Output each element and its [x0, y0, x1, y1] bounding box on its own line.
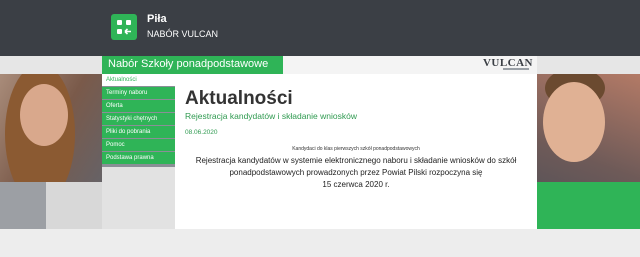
top-header: Piła NABÓR VULCAN	[0, 0, 640, 56]
band-block	[46, 182, 102, 229]
article-category: Kandydaci do klas pierwszych szkół ponad…	[292, 146, 420, 152]
sidebar-item-statystyki[interactable]: Statystyki chętnych	[102, 113, 175, 125]
sidebar-item-podstawa-prawna[interactable]: Podstawa prawna	[102, 152, 175, 164]
section-title: Nabór Szkoły ponadpodstawowe	[108, 58, 269, 70]
site-subtitle: NABÓR VULCAN	[147, 29, 219, 39]
sidebar-item-terminy-naboru[interactable]: Terminy naboru	[102, 87, 175, 99]
grid-arrow-icon[interactable]	[111, 14, 137, 40]
page-title: Aktualności	[185, 88, 293, 109]
site-city: Piła	[147, 13, 167, 25]
brand-bar: VULCAN	[283, 56, 537, 74]
boy-face	[543, 82, 605, 162]
sidebar-item-aktualnosci[interactable]: Aktualności	[102, 74, 175, 86]
band-block	[0, 182, 46, 229]
article-body-line: ponadpodstawowych prowadzonych przez Pow…	[229, 168, 483, 177]
sidebar-item-oferta[interactable]: Oferta	[102, 100, 175, 112]
vulcan-logo-tagline	[503, 68, 529, 70]
section-title-bar: Nabór Szkoły ponadpodstawowe	[102, 56, 283, 74]
band-green-block	[537, 182, 640, 229]
sidebar-item-pliki[interactable]: Pliki do pobrania	[102, 126, 175, 138]
article-body-line: Rejestracja kandydatów w systemie elektr…	[195, 156, 517, 165]
article-body: Rejestracja kandydatów w systemie elektr…	[175, 155, 537, 191]
article-date: 08.06.2020	[185, 129, 218, 136]
article-body-line: 15 czerwca 2020 r.	[322, 180, 390, 189]
page-footer-area	[0, 229, 640, 257]
main-content: Aktualności Rejestracja kandydatów i skł…	[175, 74, 537, 229]
article-title-link[interactable]: Rejestracja kandydatów i składanie wnios…	[185, 111, 357, 121]
sidebar-item-pomoc[interactable]: Pomoc	[102, 139, 175, 151]
sidebar-nav: Aktualności Terminy naboru Oferta Statys…	[102, 74, 175, 167]
sidebar-filler	[102, 167, 175, 229]
girl-face	[20, 84, 68, 146]
